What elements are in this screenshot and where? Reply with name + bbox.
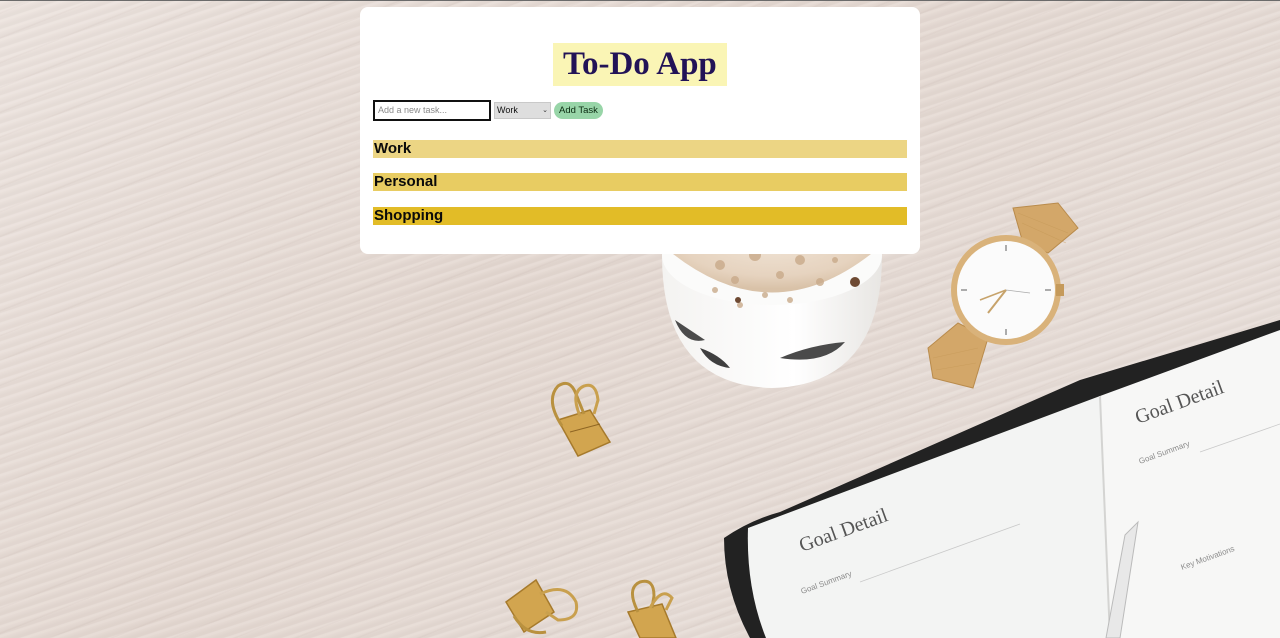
add-task-button[interactable]: Add Task bbox=[554, 101, 603, 119]
category-header-shopping[interactable]: Shopping bbox=[373, 207, 907, 225]
category-label: Shopping bbox=[374, 207, 444, 224]
top-border bbox=[0, 0, 1280, 1]
category-select-value: Work bbox=[497, 105, 518, 115]
task-input[interactable] bbox=[373, 99, 491, 121]
category-select[interactable]: Work ⌄ bbox=[494, 101, 551, 119]
add-task-form: Work ⌄ Add Task bbox=[373, 99, 603, 121]
page-title: To-Do App bbox=[553, 43, 727, 86]
chevron-down-icon: ⌄ bbox=[542, 107, 548, 114]
todo-app-card: To-Do App Work ⌄ Add Task Work Personal … bbox=[360, 7, 920, 254]
binder-clip-image bbox=[626, 579, 677, 638]
binder-clip-image bbox=[550, 381, 612, 457]
category-header-work[interactable]: Work bbox=[373, 140, 907, 158]
category-label: Personal bbox=[374, 173, 438, 190]
category-label: Work bbox=[374, 140, 412, 157]
binder-clip-image bbox=[505, 578, 579, 635]
planner-notebook-image: Goal Detail Goal Detail Goal Summary Goa… bbox=[724, 320, 1280, 638]
category-header-personal[interactable]: Personal bbox=[373, 173, 907, 191]
